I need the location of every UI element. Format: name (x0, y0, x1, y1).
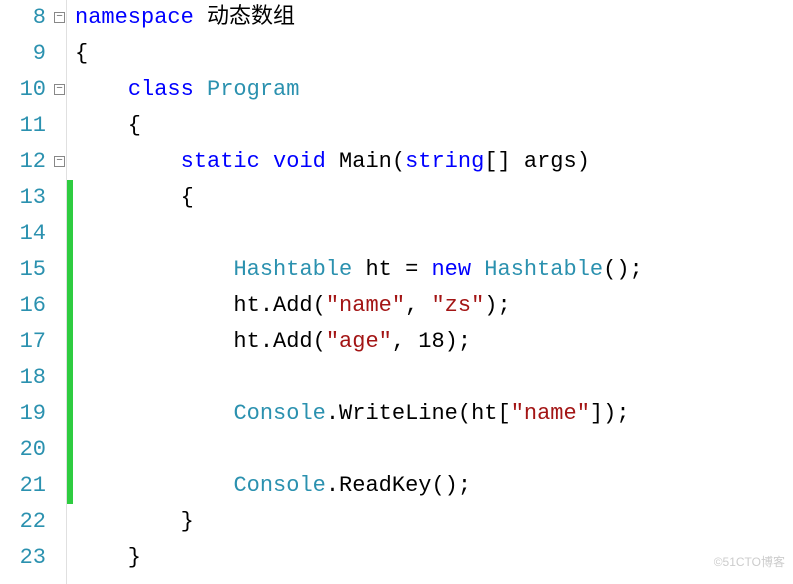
code-line: namespace 动态数组 (75, 0, 643, 36)
token-type: Console (233, 401, 325, 426)
token-kw: void (273, 149, 326, 174)
token-plain: [] args) (484, 149, 590, 174)
token-plain (194, 77, 207, 102)
fold-toggle-icon[interactable]: − (54, 156, 65, 167)
change-marker (67, 468, 73, 504)
token-plain (75, 257, 233, 282)
token-plain: ]); (590, 401, 630, 426)
token-plain: 动态数组 (194, 5, 295, 30)
token-plain: { (75, 113, 141, 138)
token-plain (75, 473, 233, 498)
watermark: ©51CTO博客 (714, 544, 785, 580)
fold-column[interactable]: − − − (52, 0, 67, 584)
token-type: Hashtable (233, 257, 352, 282)
code-line: static void Main(string[] args) (75, 144, 643, 180)
token-plain: , (405, 293, 431, 318)
token-plain: Main( (326, 149, 405, 174)
code-line: class Program (75, 72, 643, 108)
code-line: Console.WriteLine(ht["name"]); (75, 396, 643, 432)
code-editor: 891011121314151617181920212223 − − − names… (0, 0, 793, 584)
code-line: Hashtable ht = new Hashtable(); (75, 252, 643, 288)
token-str: "name" (511, 401, 590, 426)
line-number: 15 (0, 252, 46, 288)
change-marker (67, 396, 73, 432)
token-plain: ht.Add( (75, 293, 326, 318)
token-str: "age" (326, 329, 392, 354)
gutter: 891011121314151617181920212223 − − − (0, 0, 73, 584)
code-area: namespace 动态数组 { class Program { static v… (73, 0, 643, 584)
change-marker (67, 216, 73, 252)
code-line: } (75, 540, 643, 576)
token-plain (75, 401, 233, 426)
code-line: Console.ReadKey(); (75, 468, 643, 504)
token-plain (260, 149, 273, 174)
token-type: Program (207, 77, 299, 102)
line-number: 21 (0, 468, 46, 504)
token-plain: (); (603, 257, 643, 282)
change-bar (67, 0, 73, 584)
token-kw: new (431, 257, 471, 282)
token-plain: , 18); (392, 329, 471, 354)
token-kw: static (181, 149, 260, 174)
change-marker (67, 432, 73, 468)
token-plain: { (75, 41, 88, 66)
line-number: 11 (0, 108, 46, 144)
line-number: 16 (0, 288, 46, 324)
token-type: Console (233, 473, 325, 498)
fold-toggle-icon[interactable]: − (54, 12, 65, 23)
line-numbers: 891011121314151617181920212223 (0, 0, 52, 584)
line-number: 9 (0, 36, 46, 72)
token-kw: string (405, 149, 484, 174)
token-type: Hashtable (484, 257, 603, 282)
token-plain: } (75, 545, 141, 570)
code-line (75, 216, 643, 252)
line-number: 22 (0, 504, 46, 540)
change-marker (67, 180, 73, 216)
token-plain: ht.Add( (75, 329, 326, 354)
line-number: 14 (0, 216, 46, 252)
line-number: 17 (0, 324, 46, 360)
token-plain: ); (484, 293, 510, 318)
code-line: { (75, 180, 643, 216)
token-plain (75, 149, 181, 174)
token-plain (75, 77, 128, 102)
token-kw: namespace (75, 5, 194, 30)
code-line: ht.Add("name", "zs"); (75, 288, 643, 324)
line-number: 10 (0, 72, 46, 108)
fold-toggle-icon[interactable]: − (54, 84, 65, 95)
line-number: 12 (0, 144, 46, 180)
code-line: { (75, 36, 643, 72)
line-number: 8 (0, 0, 46, 36)
token-plain: .ReadKey(); (326, 473, 471, 498)
change-marker (67, 252, 73, 288)
change-marker (67, 360, 73, 396)
change-marker (67, 324, 73, 360)
line-number: 20 (0, 432, 46, 468)
code-line: { (75, 108, 643, 144)
line-number: 23 (0, 540, 46, 576)
token-plain: ht = (352, 257, 431, 282)
code-line: ht.Add("age", 18); (75, 324, 643, 360)
line-number: 13 (0, 180, 46, 216)
code-line (75, 432, 643, 468)
token-plain (471, 257, 484, 282)
token-kw: class (128, 77, 194, 102)
line-number: 19 (0, 396, 46, 432)
code-line (75, 360, 643, 396)
token-str: "zs" (431, 293, 484, 318)
code-line: } (75, 504, 643, 540)
token-str: "name" (326, 293, 405, 318)
line-number: 18 (0, 360, 46, 396)
token-plain: } (75, 509, 194, 534)
token-plain: { (75, 185, 194, 210)
token-plain: .WriteLine(ht[ (326, 401, 511, 426)
change-marker (67, 288, 73, 324)
